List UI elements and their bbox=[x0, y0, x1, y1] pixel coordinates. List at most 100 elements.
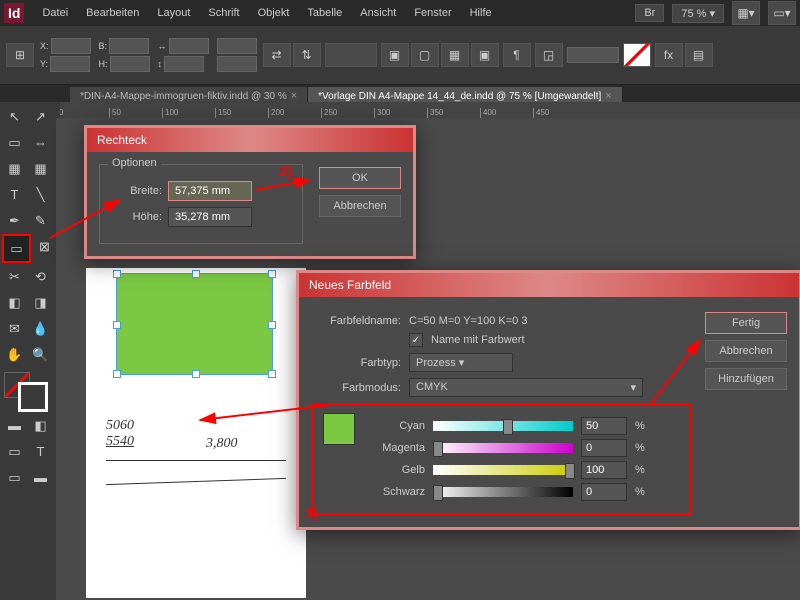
page: 5060 5540 3,800 bbox=[86, 268, 306, 598]
hand-tool[interactable]: ✋ bbox=[2, 342, 27, 367]
rotate-field[interactable] bbox=[217, 38, 257, 54]
stroke-weight-field[interactable] bbox=[325, 43, 377, 67]
gradient-swatch-tool[interactable]: ◧ bbox=[2, 290, 27, 315]
close-icon[interactable]: × bbox=[605, 90, 611, 102]
menu-layout[interactable]: Layout bbox=[149, 3, 198, 23]
shear-field[interactable] bbox=[217, 56, 257, 72]
cyan-slider[interactable] bbox=[433, 421, 573, 431]
eyedropper-tool[interactable]: 💧 bbox=[28, 316, 53, 341]
cancel-button[interactable]: Abbrechen bbox=[319, 195, 401, 217]
center-content-icon[interactable]: ▦ bbox=[441, 43, 469, 67]
apply-gradient-icon[interactable]: ◧ bbox=[28, 413, 53, 438]
normal-view-icon[interactable]: ▭ bbox=[2, 465, 27, 490]
magenta-label: Magenta bbox=[365, 442, 425, 454]
menu-hilfe[interactable]: Hilfe bbox=[462, 3, 500, 23]
schwarz-label: Schwarz bbox=[365, 486, 425, 498]
scissors-tool[interactable]: ✂ bbox=[2, 264, 27, 289]
fertig-button[interactable]: Fertig bbox=[705, 312, 787, 334]
scale-x-field[interactable] bbox=[169, 38, 209, 54]
flip-h-icon[interactable]: ⇄ bbox=[263, 43, 291, 67]
type-tool[interactable]: T bbox=[2, 182, 27, 207]
farbmodus-label: Farbmodus: bbox=[311, 382, 401, 394]
new-swatch-dialog: Neues Farbfeld Farbfeldname: C=50 M=0 Y=… bbox=[296, 270, 800, 530]
corner-options-icon[interactable]: ◲ bbox=[535, 43, 563, 67]
cyan-label: Cyan bbox=[365, 420, 425, 432]
cancel-button[interactable]: Abbrechen bbox=[705, 340, 787, 362]
farbtyp-select[interactable]: Prozess ▾ bbox=[409, 353, 513, 372]
horizontal-ruler: 0 50 100 150 200 250 300 350 400 450 bbox=[56, 102, 800, 118]
schwarz-slider[interactable] bbox=[433, 487, 573, 497]
fit-proportional-icon[interactable]: ▣ bbox=[471, 43, 499, 67]
width-field[interactable] bbox=[109, 38, 149, 54]
preview-view-icon[interactable]: ▬ bbox=[28, 465, 53, 490]
effects-icon[interactable]: fx bbox=[655, 43, 683, 67]
zoom-tool[interactable]: 🔍 bbox=[28, 342, 53, 367]
control-bar: ⊞ X: Y: B: H: ↔ ↕ ⇄ ⇅ ▣ ▢ ▦ ▣ ¶ ◲ fx ▤ bbox=[0, 26, 800, 85]
corner-radius-field[interactable] bbox=[567, 47, 619, 63]
selection-tool[interactable]: ↖ bbox=[2, 104, 27, 129]
menu-bearbeiten[interactable]: Bearbeiten bbox=[78, 3, 147, 23]
rectangle-dialog: Rechteck Optionen 2) Breite: Höhe: OK Ab… bbox=[84, 125, 416, 259]
free-transform-tool[interactable]: ⟲ bbox=[28, 264, 53, 289]
menu-tabelle[interactable]: Tabelle bbox=[299, 3, 350, 23]
menu-ansicht[interactable]: Ansicht bbox=[352, 3, 404, 23]
sketch-text: 5060 5540 3,800 bbox=[106, 418, 286, 482]
farbfeldname-label: Farbfeldname: bbox=[311, 315, 401, 327]
gelb-slider[interactable] bbox=[433, 465, 573, 475]
breite-input[interactable] bbox=[168, 181, 252, 201]
formatting-container-icon[interactable]: ▭ bbox=[2, 439, 27, 464]
schwarz-input[interactable] bbox=[581, 483, 627, 501]
height-field[interactable] bbox=[110, 56, 150, 72]
content-placer-tool[interactable]: ▦ bbox=[28, 156, 53, 181]
paragraph-controls-icon[interactable]: ¶ bbox=[503, 43, 531, 67]
reference-point-icon[interactable]: ⊞ bbox=[6, 43, 34, 67]
view-mode-icon[interactable]: ▦▾ bbox=[732, 1, 760, 25]
text-wrap-icon[interactable]: ▤ bbox=[685, 43, 713, 67]
color-preview-swatch bbox=[323, 413, 355, 445]
menu-bar: Id Datei Bearbeiten Layout Schrift Objek… bbox=[0, 0, 800, 26]
menu-schrift[interactable]: Schrift bbox=[200, 3, 247, 23]
fit-content-icon[interactable]: ▣ bbox=[381, 43, 409, 67]
zoom-level[interactable]: 75 % ▾ bbox=[672, 4, 724, 23]
pencil-tool[interactable]: ✎ bbox=[28, 208, 53, 233]
annotation-2: 2) bbox=[280, 163, 292, 179]
y-field[interactable] bbox=[50, 56, 90, 72]
hoehe-input[interactable] bbox=[168, 207, 252, 227]
gap-tool[interactable]: ⇔ bbox=[28, 130, 53, 155]
content-collector-tool[interactable]: ▦ bbox=[2, 156, 27, 181]
fill-stroke-swatch[interactable] bbox=[4, 372, 54, 408]
bridge-button[interactable]: Br bbox=[635, 4, 664, 22]
hinzufuegen-button[interactable]: Hinzufügen bbox=[705, 368, 787, 390]
menu-fenster[interactable]: Fenster bbox=[406, 3, 459, 23]
rectangle-tool[interactable]: ▭ bbox=[2, 234, 31, 263]
fit-frame-icon[interactable]: ▢ bbox=[411, 43, 439, 67]
toolbox: ↖ ↗ ▭ ⇔ ▦ ▦ T ╲ ✒ ✎ ▭ ⊠ ✂ ⟲ ◧ ◨ ✉ 💧 ✋ 🔍 … bbox=[0, 102, 60, 492]
note-tool[interactable]: ✉ bbox=[2, 316, 27, 341]
menu-datei[interactable]: Datei bbox=[34, 3, 76, 23]
gradient-feather-tool[interactable]: ◨ bbox=[28, 290, 53, 315]
line-tool[interactable]: ╲ bbox=[28, 182, 53, 207]
gelb-input[interactable] bbox=[581, 461, 627, 479]
rectangle-frame-tool[interactable]: ⊠ bbox=[32, 234, 57, 259]
menu-objekt[interactable]: Objekt bbox=[250, 3, 298, 23]
farbfeldname-value: C=50 M=0 Y=100 K=0 3 bbox=[409, 315, 527, 327]
cyan-input[interactable] bbox=[581, 417, 627, 435]
magenta-slider[interactable] bbox=[433, 443, 573, 453]
ok-button[interactable]: OK bbox=[319, 167, 401, 189]
fill-swatch-icon[interactable] bbox=[623, 43, 651, 67]
direct-selection-tool[interactable]: ↗ bbox=[28, 104, 53, 129]
name-mit-farbwert-checkbox[interactable]: ✓ bbox=[409, 333, 423, 347]
formatting-text-icon[interactable]: T bbox=[28, 439, 53, 464]
farbmodus-select[interactable]: CMYK ▾ bbox=[409, 378, 643, 397]
selected-rectangle[interactable] bbox=[116, 273, 273, 375]
magenta-input[interactable] bbox=[581, 439, 627, 457]
apply-color-icon[interactable]: ▬ bbox=[2, 413, 27, 438]
screen-mode-icon[interactable]: ▭▾ bbox=[768, 1, 796, 25]
close-icon[interactable]: × bbox=[291, 90, 297, 102]
page-tool[interactable]: ▭ bbox=[2, 130, 27, 155]
scale-y-field[interactable] bbox=[164, 56, 204, 72]
dialog-title: Rechteck bbox=[87, 128, 413, 152]
flip-v-icon[interactable]: ⇅ bbox=[293, 43, 321, 67]
x-field[interactable] bbox=[51, 38, 91, 54]
pen-tool[interactable]: ✒ bbox=[2, 208, 27, 233]
